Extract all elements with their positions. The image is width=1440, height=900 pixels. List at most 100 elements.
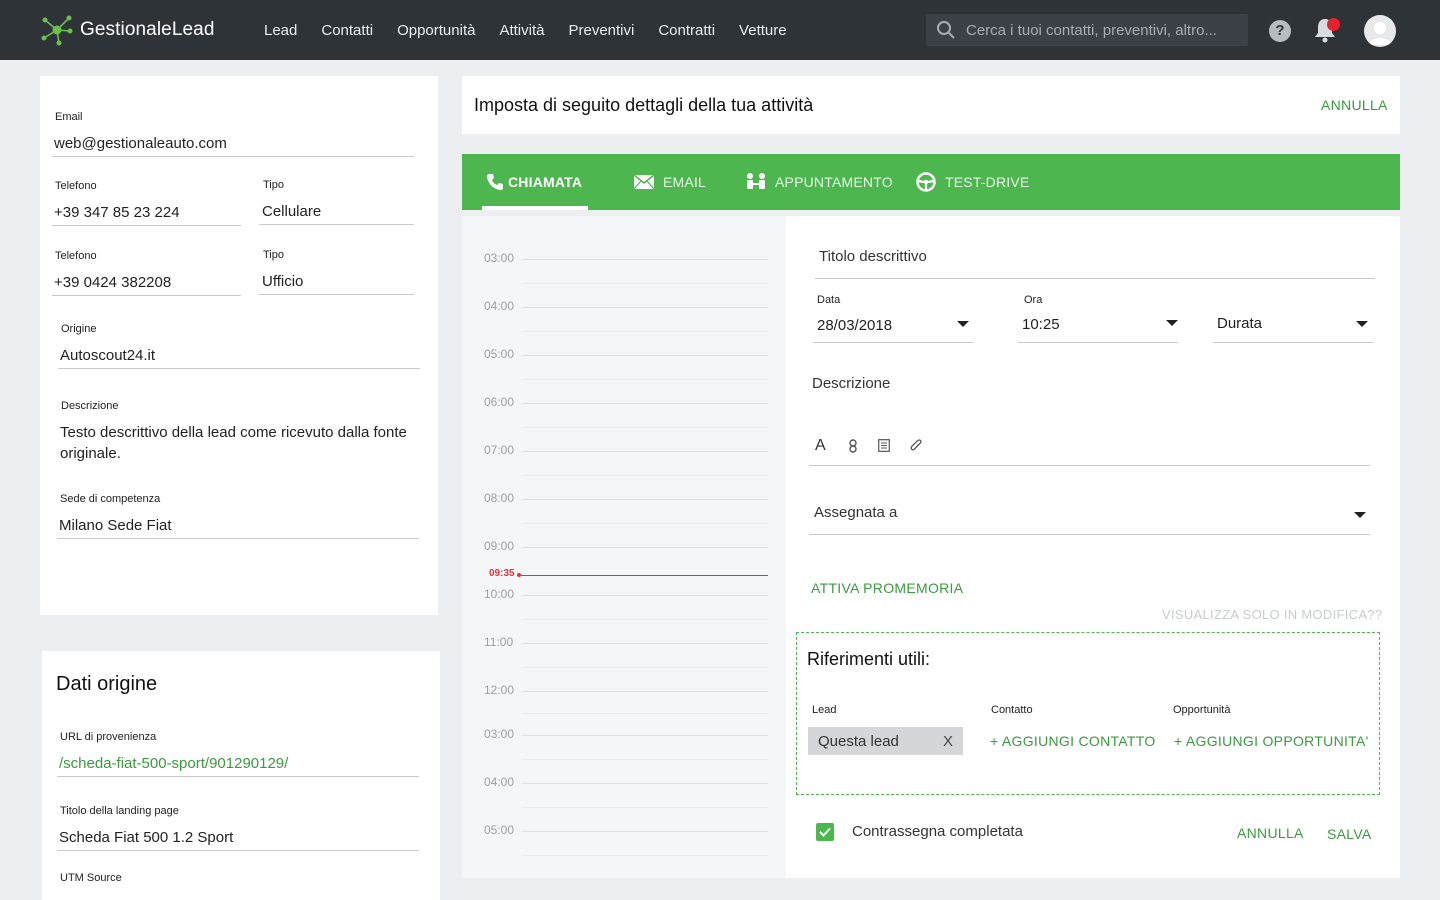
divider: [813, 342, 973, 343]
notification-badge: [1327, 18, 1340, 31]
lead-chip[interactable]: Questa lead X: [808, 727, 963, 755]
divider: [57, 776, 419, 777]
time-label: Ora: [1024, 294, 1043, 306]
tab-email[interactable]: EMAIL: [634, 154, 706, 210]
site-label: Sede di competenza: [60, 493, 161, 505]
add-contact-button[interactable]: + AGGIUNGI CONTATTO: [990, 733, 1156, 749]
user-icon: [1368, 22, 1392, 45]
search-input[interactable]: [966, 21, 1236, 39]
divider: [58, 368, 420, 369]
completed-checkbox[interactable]: [816, 823, 834, 841]
link-icon[interactable]: [848, 439, 858, 453]
divider: [52, 295, 241, 296]
hour-label: 10:00: [484, 587, 515, 601]
type1-field[interactable]: Cellulare: [262, 203, 321, 220]
tab-chiamata[interactable]: CHIAMATA: [486, 154, 582, 210]
nav-lead[interactable]: Lead: [264, 22, 297, 39]
lead-chip-label: Questa lead: [818, 732, 899, 750]
hour-line: [522, 783, 768, 784]
hour-line: [522, 831, 768, 832]
assigned-select[interactable]: Assegnata a: [814, 504, 897, 521]
description-input[interactable]: Descrizione: [812, 375, 890, 392]
logo-icon: [41, 15, 73, 46]
help-icon[interactable]: ?: [1269, 20, 1291, 42]
hour-label: 05:00: [484, 347, 515, 361]
tab-appuntamento[interactable]: APPUNTAMENTO: [745, 154, 893, 210]
site-field[interactable]: Milano Sede Fiat: [59, 517, 172, 534]
people-icon: [747, 173, 765, 189]
save-button[interactable]: SALVA: [1327, 826, 1372, 842]
avatar[interactable]: [1364, 15, 1396, 47]
nav-vetture[interactable]: Vetture: [739, 22, 787, 39]
refs-lead-label: Lead: [812, 704, 837, 716]
text-format-icon[interactable]: A: [815, 437, 826, 455]
divider: [259, 224, 414, 225]
landing-field[interactable]: Scheda Fiat 500 1.2 Sport: [59, 829, 233, 846]
reminder-button[interactable]: ATTIVA PROMEMORIA: [811, 580, 963, 596]
search-box[interactable]: [926, 14, 1248, 46]
assigned-dropdown-icon[interactable]: [1354, 512, 1366, 518]
url-link[interactable]: /scheda-fiat-500-sport/901290129/: [59, 755, 288, 772]
origin-card-title: Dati origine: [56, 673, 158, 695]
nav-attivita[interactable]: Attività: [499, 22, 544, 39]
hour-line: [522, 643, 768, 644]
landing-label: Titolo della landing page: [60, 805, 179, 817]
email-field[interactable]: web@gestionaleauto.com: [54, 135, 227, 152]
time-field[interactable]: 10:25: [1022, 316, 1060, 333]
hour-label: 11:00: [484, 635, 514, 649]
active-tab-indicator: [482, 206, 588, 210]
phone-icon: [487, 174, 503, 190]
add-opportunity-button[interactable]: + AGGIUNGI OPPORTUNITA': [1174, 733, 1369, 749]
tab-test-drive[interactable]: TEST-DRIVE: [916, 154, 1029, 210]
hour-label: 04:00: [484, 299, 515, 313]
divider: [52, 225, 241, 226]
hour-line: [522, 691, 768, 692]
chip-remove-button[interactable]: X: [943, 733, 953, 750]
origin-field[interactable]: Autoscout24.it: [60, 347, 155, 364]
hour-label: 08:00: [484, 491, 515, 505]
main-nav: Lead Contatti Opportunità Attività Preve…: [264, 0, 811, 60]
activity-title: Imposta di seguito dettagli della tua at…: [474, 95, 814, 115]
attach-icon[interactable]: [910, 439, 922, 453]
date-dropdown-icon[interactable]: [957, 321, 969, 327]
type2-field[interactable]: Ufficio: [262, 273, 303, 290]
hour-line: [522, 547, 768, 548]
phone1-field[interactable]: +39 347 85 23 224: [54, 204, 180, 221]
origin-label: Origine: [61, 323, 97, 335]
date-label: Data: [817, 294, 841, 306]
date-field[interactable]: 28/03/2018: [817, 317, 892, 334]
nav-opportunita[interactable]: Opportunità: [397, 22, 475, 39]
half-hour-line: [522, 475, 768, 476]
description-line-1: Testo descrittivo della lead come ricevu…: [60, 424, 407, 441]
hour-line: [522, 259, 768, 260]
current-time-label: 09:35: [489, 568, 515, 579]
nav-contatti[interactable]: Contatti: [321, 22, 373, 39]
title-input[interactable]: Titolo descrittivo: [819, 248, 927, 265]
app-logo[interactable]: GestionaleLead: [40, 14, 215, 46]
divider: [259, 294, 414, 295]
hour-line: [522, 355, 768, 356]
half-hour-line: [522, 619, 768, 620]
half-hour-line: [522, 523, 768, 524]
duration-dropdown-icon[interactable]: [1356, 321, 1368, 327]
half-hour-line: [522, 855, 768, 856]
header-cancel-button[interactable]: ANNULLA: [1321, 97, 1388, 113]
nav-contratti[interactable]: Contratti: [658, 22, 715, 39]
hour-line: [522, 735, 768, 736]
phone2-label: Telefono: [55, 250, 97, 262]
nav-preventivi[interactable]: Preventivi: [568, 22, 634, 39]
steering-wheel-icon: [916, 172, 936, 192]
half-hour-line: [522, 283, 768, 284]
cancel-button[interactable]: ANNULLA: [1237, 825, 1304, 841]
hour-label: 04:00: [484, 775, 515, 789]
tab-test-drive-label: TEST-DRIVE: [945, 174, 1030, 190]
hour-label: 09:00: [484, 539, 515, 553]
hour-line: [522, 403, 768, 404]
divider: [815, 278, 1375, 279]
check-icon: [819, 827, 831, 837]
search-icon: [937, 21, 955, 39]
time-dropdown-icon[interactable]: [1166, 320, 1178, 326]
duration-select[interactable]: Durata: [1217, 315, 1262, 332]
phone2-field[interactable]: +39 0424 382208: [54, 274, 171, 291]
list-icon[interactable]: [878, 439, 890, 452]
